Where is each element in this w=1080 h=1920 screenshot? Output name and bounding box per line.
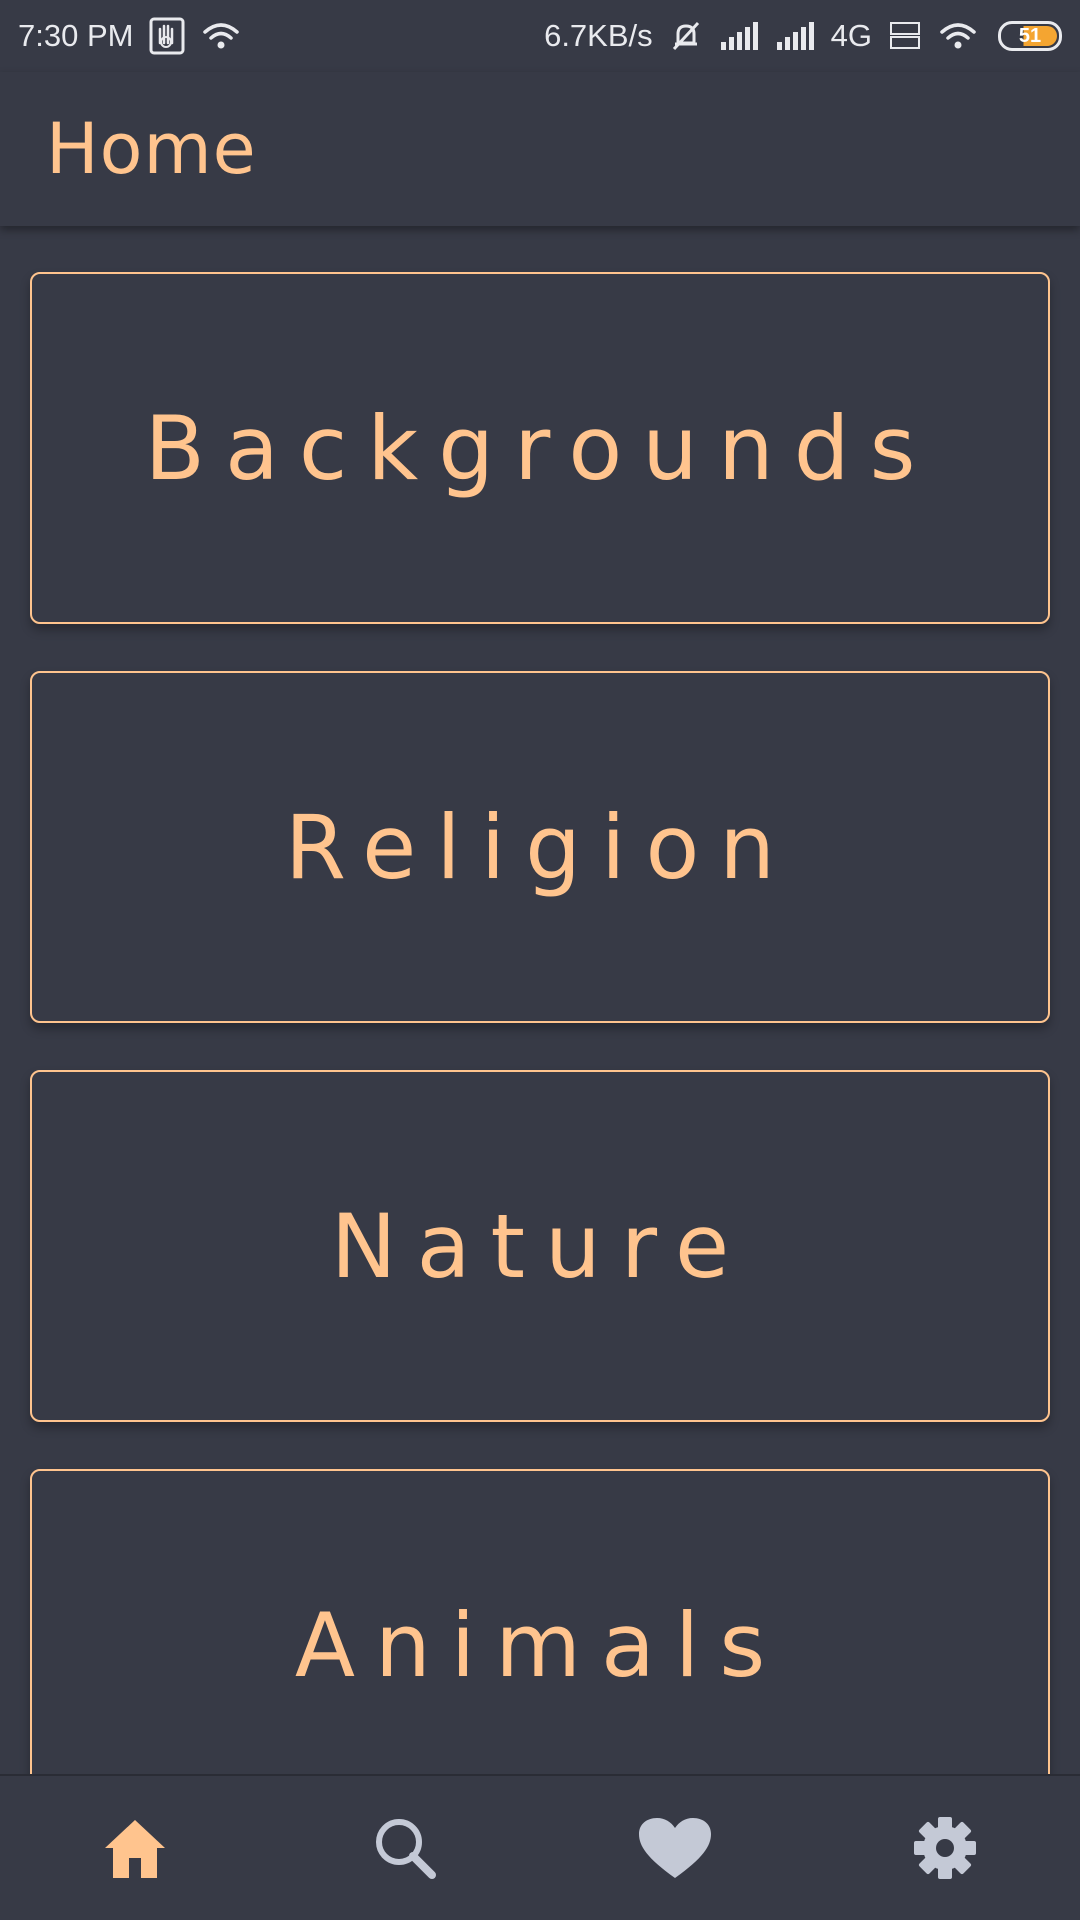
category-list[interactable]: Backgrounds Religion Nature Animals: [0, 226, 1080, 1774]
status-time: 7:30 PM: [18, 18, 134, 53]
category-label: Backgrounds: [144, 396, 936, 500]
category-card-nature[interactable]: Nature: [30, 1070, 1050, 1422]
wifi-icon: [201, 20, 241, 52]
nav-home[interactable]: [55, 1798, 215, 1898]
battery-icon: 51: [998, 21, 1062, 51]
hand-notification-icon: [149, 17, 185, 55]
mute-bell-icon: [669, 19, 703, 53]
wifi-icon: [938, 20, 982, 52]
status-bar-left: 7:30 PM: [18, 17, 241, 55]
status-bar-right: 6.7KB/s 4G 51: [544, 18, 1062, 54]
category-label: Animals: [294, 1593, 786, 1697]
category-label: Nature: [330, 1194, 750, 1298]
search-icon: [376, 1819, 436, 1879]
category-card-backgrounds[interactable]: Backgrounds: [30, 272, 1050, 624]
home-icon: [105, 1820, 165, 1878]
network-type: 4G: [830, 18, 872, 53]
volte-icon: [888, 21, 922, 51]
signal-icon: [719, 22, 759, 50]
status-bar: 7:30 PM 6.7KB/s 4G 51: [0, 0, 1080, 72]
page-title: Home: [46, 108, 257, 190]
app-bar: Home: [0, 72, 1080, 226]
battery-level: 51: [1018, 24, 1042, 47]
nav-favorites[interactable]: [595, 1798, 755, 1898]
category-card-religion[interactable]: Religion: [30, 671, 1050, 1023]
signal-icon: [775, 22, 815, 50]
nav-search[interactable]: [325, 1798, 485, 1898]
network-speed: 6.7KB/s: [544, 18, 653, 53]
category-card-animals[interactable]: Animals: [30, 1469, 1050, 1774]
settings-icon: [914, 1817, 976, 1879]
category-label: Religion: [284, 795, 796, 899]
bottom-nav: [0, 1774, 1080, 1920]
heart-icon: [639, 1818, 711, 1878]
nav-settings[interactable]: [865, 1798, 1025, 1898]
